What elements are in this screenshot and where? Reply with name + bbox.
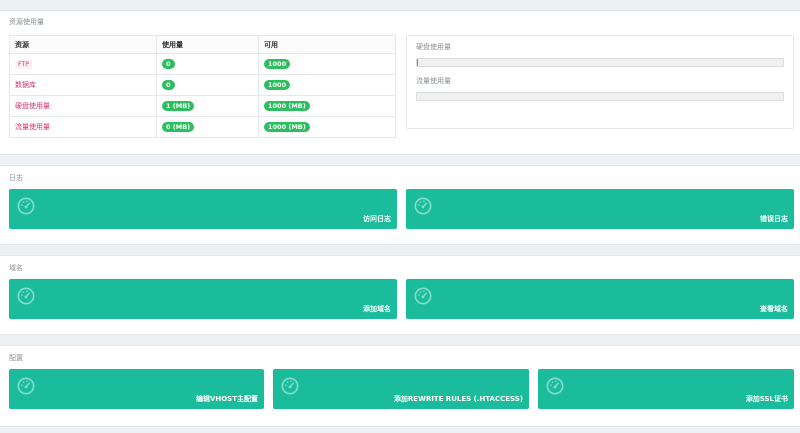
traffic-usage-label: 流量使用量 [416,77,451,85]
domains-title: 域名 [9,264,23,272]
config-title: 配置 [9,354,23,362]
logs-title: 日志 [9,174,23,182]
used-badge: 0 (MB) [162,122,195,132]
dashboard-icon [414,197,432,215]
access-log-label: 访问日志 [363,215,391,223]
resource-usage-title: 资源使用量 [9,18,44,26]
add-ssl-tile[interactable]: 添加SSL证书 [538,369,794,409]
used-cell: 0 [156,53,259,75]
add-rewrite-rules-tile[interactable]: 添加REWRITE RULES (.HTACCESS) [273,369,529,409]
available-cell: 1000 [258,74,396,96]
disk-usage-bar [416,58,784,67]
resource-name: 数据库 [9,74,157,96]
resource-name: 硬盘使用量 [9,95,157,117]
error-log-tile[interactable]: 错误日志 [406,189,794,229]
dashboard-icon [17,197,35,215]
available-cell: 1000 (MB) [258,95,396,117]
add-ssl-label: 添加SSL证书 [745,395,788,403]
used-badge: 1 (MB) [162,101,195,111]
column-header-used: 使用量 [156,35,259,54]
used-badge: 0 [162,80,175,90]
error-log-label: 错误日志 [760,215,788,223]
edit-vhost-tile[interactable]: 编辑VHOST主配置 [9,369,264,409]
table-row: FTP 0 1000 [9,53,396,75]
view-domains-tile[interactable]: 查看域名 [406,279,794,319]
resource-usage-panel: 资源使用量 资源 使用量 可用 FTP 0 1000 数据库 0 1000 硬盘… [0,10,800,155]
usage-gauges: 硬盘使用量 流量使用量 [406,35,794,129]
logs-panel: 日志 访问日志 错误日志 [0,165,800,245]
dashboard-icon [17,377,35,395]
domains-panel: 域名 添加域名 查看域名 [0,255,800,335]
add-rewrite-rules-label: 添加REWRITE RULES (.HTACCESS) [393,395,523,403]
dashboard-icon [281,377,299,395]
resource-name: FTP [15,59,32,69]
view-domains-label: 查看域名 [760,305,788,313]
table-row: 硬盘使用量 1 (MB) 1000 (MB) [9,95,396,117]
available-badge: 1000 [264,59,291,69]
table-row: 流量使用量 0 (MB) 1000 (MB) [9,116,396,138]
available-badge: 1000 (MB) [264,122,310,132]
used-cell: 0 [156,74,259,96]
config-panel: 配置 编辑VHOST主配置 添加REWRITE RULES (.HTACCESS… [0,345,800,427]
add-domain-label: 添加域名 [363,305,391,313]
available-badge: 1000 [264,80,291,90]
available-cell: 1000 [258,53,396,75]
column-header-resource: 资源 [9,35,157,54]
used-badge: 0 [162,59,175,69]
dashboard-icon [17,287,35,305]
column-header-available: 可用 [258,35,396,54]
table-row: 数据库 0 1000 [9,74,396,96]
traffic-usage-bar [416,92,784,101]
available-badge: 1000 (MB) [264,101,310,111]
dashboard-icon [546,377,564,395]
dashboard-icon [414,287,432,305]
used-cell: 1 (MB) [156,95,259,117]
resource-name: 流量使用量 [9,116,157,138]
access-log-tile[interactable]: 访问日志 [9,189,397,229]
add-domain-tile[interactable]: 添加域名 [9,279,397,319]
disk-usage-label: 硬盘使用量 [416,43,451,51]
used-cell: 0 (MB) [156,116,259,138]
resource-usage-table: 资源 使用量 可用 FTP 0 1000 数据库 0 1000 硬盘使用量 1 … [9,35,396,138]
resource-name-cell: FTP [9,53,157,75]
table-header-row: 资源 使用量 可用 [9,35,396,54]
available-cell: 1000 (MB) [258,116,396,138]
edit-vhost-label: 编辑VHOST主配置 [195,395,258,403]
